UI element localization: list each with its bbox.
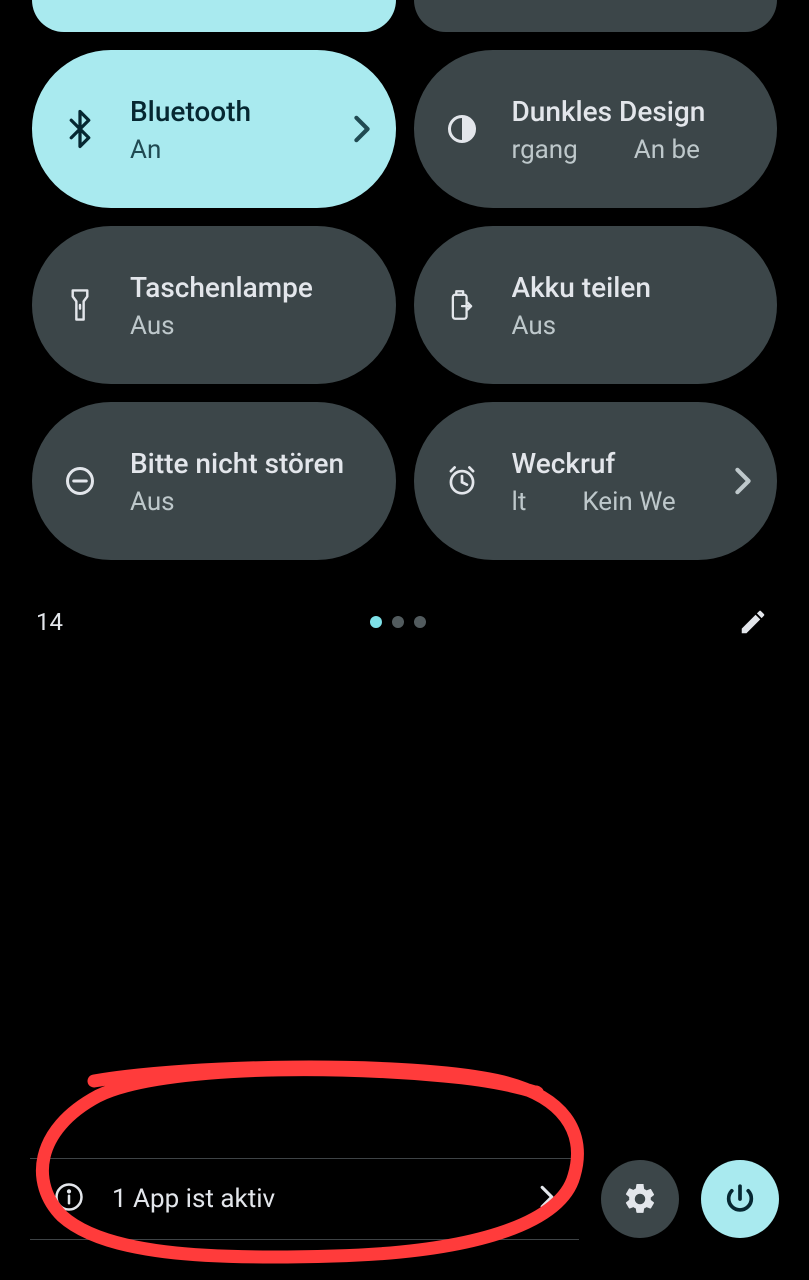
chevron-right-icon [539,1185,555,1213]
qs-tile-title: Dunkles Design [512,94,758,129]
qs-tile-title: Akku teilen [512,270,758,305]
active-apps-button[interactable]: 1 App ist aktiv [30,1158,579,1240]
qs-tile-text: Taschenlampe Aus [130,270,376,341]
qs-tile-row0-right[interactable] [414,0,778,32]
qs-tile-bluetooth[interactable]: Bluetooth An [32,50,396,208]
dnd-icon [58,459,102,503]
qs-tile-text: Akku teilen Aus [512,270,758,341]
qs-tile-text: Dunkles Design rgang An be [512,94,758,165]
power-icon [723,1182,757,1216]
qs-tile-sub: Aus [512,311,758,341]
edit-tiles-button[interactable] [733,602,773,642]
qs-tile-title: Bluetooth [130,94,348,129]
qs-tile-text: Bitte nicht stören Aus [130,446,376,517]
active-apps-label: 1 App ist aktiv [112,1184,539,1214]
qs-tile-alarm[interactable]: Weckruf lt Kein We [414,402,778,560]
qs-tile-text: Weckruf lt Kein We [512,446,730,517]
qs-tile-flashlight[interactable]: Taschenlampe Aus [32,226,396,384]
flashlight-icon [58,283,102,327]
qs-tile-text: Bluetooth An [130,94,348,165]
qs-tile-dark-theme[interactable]: Dunkles Design rgang An be [414,50,778,208]
qs-tile-title: Taschenlampe [130,270,376,305]
quicksettings-bottom-bar: 1 App ist aktiv [0,1158,809,1240]
qs-tile-sub: lt Kein We [512,487,730,517]
page-dot-0 [370,616,382,628]
qs-tile-sub: An [130,135,348,165]
chevron-right-icon[interactable] [729,467,757,495]
page-dot-2 [414,616,426,628]
qs-tile-battery-share[interactable]: Akku teilen Aus [414,226,778,384]
qs-tile-title: Weckruf [512,446,730,481]
battery-percent[interactable]: 14 [36,608,63,636]
gear-icon [622,1181,658,1217]
info-icon [54,1182,84,1216]
bluetooth-icon [58,107,102,151]
qs-tile-sub: Aus [130,487,376,517]
qs-tile-sub: Aus [130,311,376,341]
qs-tile-row0-left[interactable] [32,0,396,32]
qs-tile-title: Bitte nicht stören [130,446,376,481]
page-indicator [370,616,426,628]
settings-button[interactable] [601,1160,679,1238]
qs-tile-dnd[interactable]: Bitte nicht stören Aus [32,402,396,560]
qs-footer: 14 [32,602,777,642]
qs-tile-sub: rgang An be [512,135,758,165]
alarm-icon [440,459,484,503]
battery-share-icon [440,283,484,327]
page-dot-1 [392,616,404,628]
power-button[interactable] [701,1160,779,1238]
qs-grid: Bluetooth An Dunkles Design rgang An be [32,0,777,560]
quicksettings-panel: Bluetooth An Dunkles Design rgang An be [0,0,809,642]
chevron-right-icon[interactable] [348,115,376,143]
contrast-icon [440,107,484,151]
